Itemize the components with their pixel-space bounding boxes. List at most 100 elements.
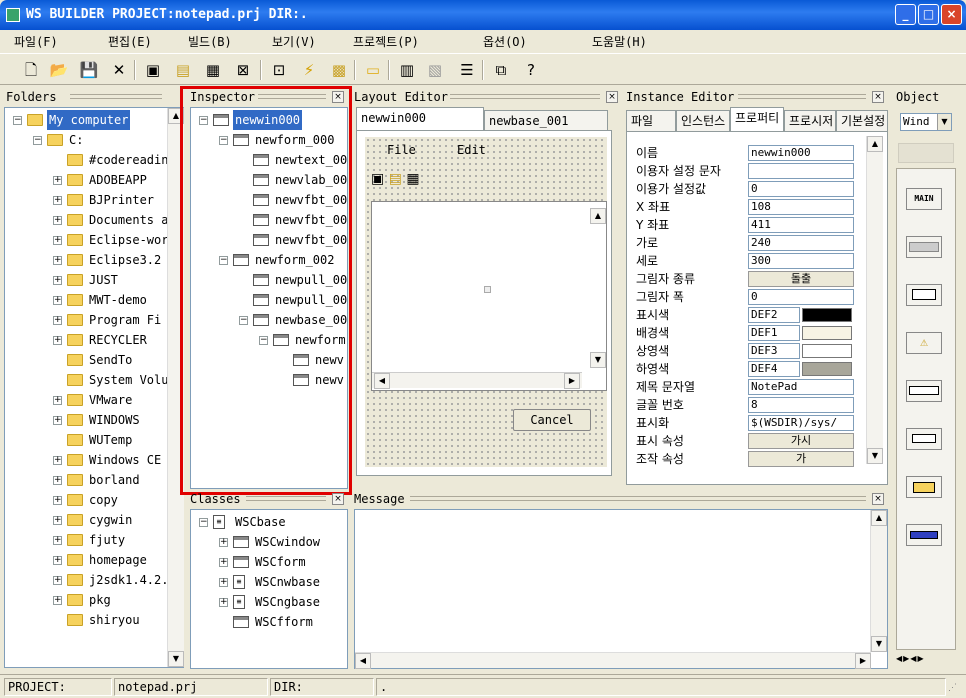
message-hscroll[interactable]: ◀ ▶ bbox=[355, 652, 871, 669]
property-value[interactable]: 8 bbox=[748, 397, 854, 413]
scroll-down-icon[interactable]: ▼ bbox=[168, 651, 184, 667]
close-icon[interactable]: × bbox=[872, 493, 884, 505]
property-scrollbar[interactable]: ▲ ▼ bbox=[866, 136, 883, 464]
property-color-value[interactable]: DEF2 bbox=[748, 307, 800, 323]
folder-icon[interactable]: ▭ bbox=[362, 59, 384, 81]
property-value[interactable] bbox=[748, 163, 854, 179]
property-value[interactable]: newwin000 bbox=[748, 145, 854, 161]
collapse-icon[interactable]: − bbox=[219, 256, 228, 265]
save-icon[interactable]: 💾 bbox=[78, 59, 100, 81]
close-window-icon[interactable]: ⊠ bbox=[232, 59, 254, 81]
expand-icon[interactable]: + bbox=[53, 456, 62, 465]
build-icon[interactable]: ⚡ bbox=[298, 59, 320, 81]
color-swatch[interactable] bbox=[802, 344, 852, 358]
expand-icon[interactable]: + bbox=[53, 236, 62, 245]
collapse-icon[interactable]: − bbox=[13, 116, 22, 125]
open-folder-icon[interactable]: 📂 bbox=[48, 59, 70, 81]
text-field-object[interactable] bbox=[906, 380, 942, 402]
object-select[interactable]: Wind ▼ bbox=[900, 113, 952, 131]
expand-icon[interactable]: + bbox=[53, 596, 62, 605]
property-value[interactable]: 411 bbox=[748, 217, 854, 233]
property-color-value[interactable]: DEF3 bbox=[748, 343, 800, 359]
run-icon[interactable]: ▩ bbox=[328, 59, 350, 81]
resize-handle[interactable] bbox=[484, 286, 491, 293]
message-area[interactable]: ▲ ▼ ◀ ▶ bbox=[354, 509, 888, 669]
expand-icon[interactable]: + bbox=[219, 578, 228, 587]
cancel-button[interactable]: Cancel bbox=[513, 409, 591, 431]
expand-icon[interactable]: + bbox=[53, 576, 62, 585]
folders-scrollbar[interactable]: ▲ ▼ bbox=[167, 108, 184, 667]
color-swatch[interactable] bbox=[802, 362, 852, 376]
tab-newwin000[interactable]: newwin000 bbox=[356, 107, 484, 131]
inspect-icon[interactable]: ⊡ bbox=[268, 59, 290, 81]
dialog-object[interactable] bbox=[906, 284, 942, 306]
expand-icon[interactable]: + bbox=[53, 336, 62, 345]
expand-icon[interactable]: + bbox=[53, 276, 62, 285]
preview-hscroll[interactable]: ◀ ▶ bbox=[372, 372, 582, 389]
scroll-right-icon[interactable]: ▶ bbox=[855, 653, 871, 669]
expand-icon[interactable]: + bbox=[53, 316, 62, 325]
preview-textarea[interactable]: ▲ ▼ ◀ ▶ bbox=[371, 201, 607, 391]
chevron-down-icon[interactable]: ▼ bbox=[937, 114, 951, 130]
property-dropdown[interactable]: 돌출 bbox=[748, 271, 854, 287]
spin-object[interactable] bbox=[906, 428, 942, 450]
expand-icon[interactable]: + bbox=[53, 556, 62, 565]
maximize-button[interactable]: □ bbox=[918, 4, 939, 25]
property-color-value[interactable]: DEF4 bbox=[748, 361, 800, 377]
scroll-down-icon[interactable]: ▼ bbox=[871, 636, 887, 652]
tab-newbase-001[interactable]: newbase_001 bbox=[484, 110, 608, 132]
menu-view[interactable]: 보기(V) bbox=[272, 33, 316, 50]
menu-project[interactable]: 프로젝트(P) bbox=[353, 33, 419, 50]
close-button[interactable]: × bbox=[941, 4, 962, 25]
expand-icon[interactable]: + bbox=[53, 256, 62, 265]
property-value[interactable]: 300 bbox=[748, 253, 854, 269]
message-vscroll[interactable]: ▲ ▼ bbox=[870, 510, 887, 652]
scroll-up-icon[interactable]: ▲ bbox=[590, 208, 606, 224]
tab-default[interactable]: 기본설정 bbox=[836, 110, 888, 132]
menu-build[interactable]: 빌드(B) bbox=[188, 33, 232, 50]
preview-menu-edit[interactable]: Edit bbox=[457, 143, 486, 157]
collapse-icon[interactable]: − bbox=[199, 116, 208, 125]
grid-icon[interactable]: ▧ bbox=[424, 59, 446, 81]
expand-icon[interactable]: + bbox=[53, 216, 62, 225]
property-dropdown[interactable]: 가시 bbox=[748, 433, 854, 449]
property-value[interactable]: 240 bbox=[748, 235, 854, 251]
main-window-object[interactable]: MAIN bbox=[906, 188, 942, 210]
cut-icon[interactable]: ✕ bbox=[108, 59, 130, 81]
tab-property[interactable]: 프로퍼티 bbox=[730, 107, 784, 131]
help-icon[interactable]: ? bbox=[520, 59, 542, 81]
collapse-icon[interactable]: − bbox=[239, 316, 248, 325]
property-dropdown[interactable]: 가 bbox=[748, 451, 854, 467]
scroll-left-icon[interactable]: ◀ bbox=[374, 373, 390, 389]
scroll-down-icon[interactable]: ▼ bbox=[590, 352, 606, 368]
new-window-icon[interactable]: ▣ bbox=[142, 59, 164, 81]
close-icon[interactable]: × bbox=[606, 91, 618, 103]
menu-options[interactable]: 옵션(O) bbox=[483, 33, 527, 50]
form-object[interactable] bbox=[906, 236, 942, 258]
close-icon[interactable]: × bbox=[872, 91, 884, 103]
form-preview[interactable]: File Edit ▣ ▤ ▦ ▲ ▼ ◀ ▶ Cancel bbox=[365, 137, 607, 467]
expand-icon[interactable]: + bbox=[219, 558, 228, 567]
scroll-up-icon[interactable]: ▲ bbox=[871, 510, 887, 526]
scroll-left-icon[interactable]: ◀ bbox=[355, 653, 371, 669]
expand-icon[interactable]: + bbox=[53, 536, 62, 545]
color-swatch[interactable] bbox=[802, 326, 852, 340]
menu-help[interactable]: 도움말(H) bbox=[592, 33, 647, 50]
expand-icon[interactable]: + bbox=[53, 176, 62, 185]
scroll-down-icon[interactable]: ▼ bbox=[867, 448, 883, 464]
collapse-icon[interactable]: − bbox=[219, 136, 228, 145]
property-value[interactable]: 0 bbox=[748, 181, 854, 197]
progress-object[interactable] bbox=[906, 524, 942, 546]
tab-instance[interactable]: 인스턴스 bbox=[676, 110, 730, 132]
collapse-icon[interactable]: − bbox=[199, 518, 208, 527]
color-swatch[interactable] bbox=[802, 308, 852, 322]
calc-icon[interactable]: ▥ bbox=[396, 59, 418, 81]
expand-icon[interactable]: + bbox=[53, 496, 62, 505]
close-icon[interactable]: × bbox=[332, 91, 344, 103]
folder-icon[interactable] bbox=[906, 476, 942, 498]
expand-icon[interactable]: + bbox=[53, 396, 62, 405]
property-value[interactable]: $(WSDIR)/sys/ bbox=[748, 415, 854, 431]
new-file-icon[interactable]: 🗋 bbox=[20, 59, 42, 81]
expand-icon[interactable]: + bbox=[53, 416, 62, 425]
close-icon[interactable]: × bbox=[332, 493, 344, 505]
